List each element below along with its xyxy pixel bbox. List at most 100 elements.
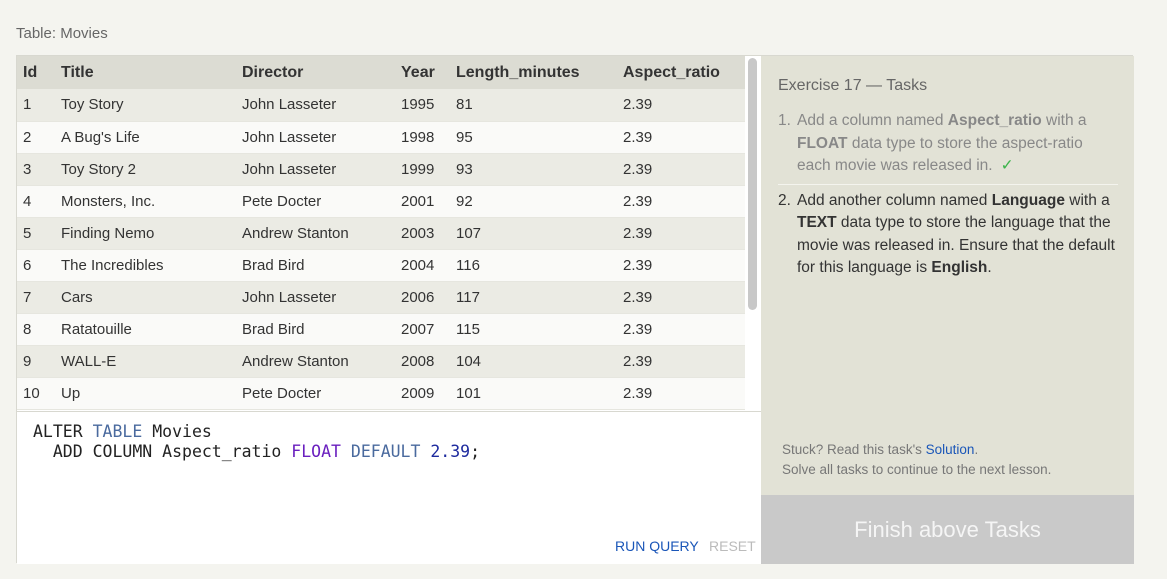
cell-id: 4 bbox=[17, 185, 55, 218]
solution-link[interactable]: Solution bbox=[926, 442, 975, 457]
cell-year: 2006 bbox=[395, 281, 450, 314]
cell-length-minutes: 81 bbox=[450, 89, 617, 122]
task-text-part: Add another column named bbox=[797, 191, 992, 209]
cell-aspect-ratio: 2.39 bbox=[617, 185, 745, 218]
task-text-bold: FLOAT bbox=[797, 134, 848, 152]
cell-title: Cars bbox=[55, 281, 236, 314]
table-row: 4 Monsters, Inc. Pete Docter 2001 92 2.39 bbox=[17, 185, 745, 218]
sql-editor[interactable]: ALTER TABLE Movies ADD COLUMN Aspect_rat… bbox=[17, 411, 761, 564]
cell-year: 2009 bbox=[395, 377, 450, 410]
cell-aspect-ratio: 2.39 bbox=[617, 281, 745, 314]
cell-director: Pete Docter bbox=[236, 377, 395, 410]
cell-length-minutes: 93 bbox=[450, 153, 617, 186]
cell-director: John Lasseter bbox=[236, 121, 395, 154]
continue-note: Solve all tasks to continue to the next … bbox=[782, 462, 1052, 477]
cell-title: A Bug's Life bbox=[55, 121, 236, 154]
cell-title: Finding Nemo bbox=[55, 217, 236, 250]
table-row: 1 Toy Story John Lasseter 1995 81 2.39 bbox=[17, 89, 745, 122]
task-text-part: with a bbox=[1041, 112, 1087, 129]
cell-length-minutes: 116 bbox=[450, 249, 617, 282]
cell-director: John Lasseter bbox=[236, 153, 395, 186]
column-header-length-minutes: Length_minutes bbox=[450, 56, 617, 89]
task-text-bold: TEXT bbox=[797, 214, 837, 231]
cell-year: 2007 bbox=[395, 313, 450, 346]
code-text: ; bbox=[470, 442, 481, 461]
column-header-aspect-ratio: Aspect_ratio bbox=[617, 56, 745, 89]
cell-length-minutes: 115 bbox=[450, 313, 617, 346]
help-note: Stuck? Read this task's Solution. Solve … bbox=[782, 440, 1051, 480]
cell-director: Andrew Stanton bbox=[236, 345, 395, 378]
reset-button[interactable]: RESET bbox=[709, 538, 756, 554]
cell-id: 5 bbox=[17, 217, 55, 250]
column-header-director: Director bbox=[236, 56, 395, 89]
cell-id: 1 bbox=[17, 89, 55, 122]
task-text-part: Add a column named bbox=[797, 112, 948, 129]
check-icon: ✓ bbox=[1000, 157, 1014, 174]
cell-title: Monsters, Inc. bbox=[55, 185, 236, 218]
cell-aspect-ratio: 2.39 bbox=[617, 121, 745, 154]
results-table-container[interactable]: Id Title Director Year Length_minutes As… bbox=[17, 56, 761, 411]
table-header-row: Id Title Director Year Length_minutes As… bbox=[17, 56, 745, 89]
code-text: ALTER bbox=[33, 422, 93, 441]
cell-aspect-ratio: 2.39 bbox=[617, 153, 745, 186]
task-text: Add a column named Aspect_ratio with a F… bbox=[797, 110, 1118, 178]
task-item-1: 1. Add a column named Aspect_ratio with … bbox=[778, 110, 1118, 185]
cell-title: WALL-E bbox=[55, 345, 236, 378]
table-row: 10 Up Pete Docter 2009 101 2.39 bbox=[17, 377, 745, 410]
task-item-2: 2. Add another column named Language wit… bbox=[778, 185, 1118, 280]
table-row: 8 Ratatouille Brad Bird 2007 115 2.39 bbox=[17, 313, 745, 346]
cell-aspect-ratio: 2.39 bbox=[617, 249, 745, 282]
cell-director: Pete Docter bbox=[236, 185, 395, 218]
task-text-bold: Language bbox=[991, 191, 1065, 209]
cell-id: 3 bbox=[17, 153, 55, 186]
cell-id: 8 bbox=[17, 313, 55, 346]
cell-id: 6 bbox=[17, 249, 55, 282]
cell-length-minutes: 101 bbox=[450, 377, 617, 410]
cell-title: Toy Story bbox=[55, 89, 236, 122]
tasks-panel: Exercise 17 — Tasks 1. Add a column name… bbox=[761, 56, 1134, 495]
column-header-title: Title bbox=[55, 56, 236, 89]
cell-title: Up bbox=[55, 377, 236, 410]
code-text: ADD COLUMN Aspect_ratio bbox=[33, 442, 292, 461]
cell-director: John Lasseter bbox=[236, 281, 395, 314]
table-row: 2A Bug's Life John Lasseter 1998 95 2.39 bbox=[17, 121, 745, 154]
task-text: Add another column named Language with a… bbox=[797, 190, 1118, 280]
sql-code[interactable]: ALTER TABLE Movies ADD COLUMN Aspect_rat… bbox=[33, 422, 480, 462]
cell-director: Andrew Stanton bbox=[236, 217, 395, 250]
table-row: 5 Finding Nemo Andrew Stanton 2003 107 2.39 bbox=[17, 217, 745, 250]
finish-tasks-button[interactable]: Finish above Tasks bbox=[761, 495, 1134, 564]
cell-id: 9 bbox=[17, 345, 55, 378]
tasks-title: Exercise 17 — Tasks bbox=[778, 77, 928, 94]
cell-year: 1999 bbox=[395, 153, 450, 186]
run-query-button[interactable]: RUN QUERY bbox=[615, 538, 699, 554]
code-keyword: DEFAULT bbox=[350, 442, 421, 461]
cell-length-minutes: 117 bbox=[450, 281, 617, 314]
cell-length-minutes: 95 bbox=[450, 121, 617, 154]
cell-year: 2001 bbox=[395, 185, 450, 218]
cell-aspect-ratio: 2.39 bbox=[617, 89, 745, 122]
cell-length-minutes: 107 bbox=[450, 217, 617, 250]
cell-aspect-ratio: 2.39 bbox=[617, 345, 745, 378]
results-table: Id Title Director Year Length_minutes As… bbox=[17, 56, 745, 410]
cell-year: 1995 bbox=[395, 89, 450, 122]
task-text-bold: Aspect_ratio bbox=[947, 112, 1042, 129]
table-row: 6 The Incredibles Brad Bird 2004 116 2.39 bbox=[17, 249, 745, 282]
cell-id: 10 bbox=[17, 377, 55, 410]
cell-id: 2 bbox=[17, 121, 55, 154]
cell-title: Toy Story 2 bbox=[55, 153, 236, 186]
cell-aspect-ratio: 2.39 bbox=[617, 217, 745, 250]
task-text-part: . bbox=[987, 259, 992, 276]
cell-director: Brad Bird bbox=[236, 249, 395, 282]
code-keyword: TABLE bbox=[92, 422, 143, 441]
code-type: FLOAT bbox=[291, 442, 341, 461]
column-header-id: Id bbox=[17, 56, 55, 89]
task-text-part: with a bbox=[1064, 191, 1110, 209]
table-caption: Table: Movies bbox=[16, 25, 108, 42]
task-list: 1. Add a column named Aspect_ratio with … bbox=[778, 110, 1118, 280]
cell-aspect-ratio: 2.39 bbox=[617, 313, 745, 346]
exercise-panel: Id Title Director Year Length_minutes As… bbox=[16, 55, 1134, 564]
table-scrollbar[interactable] bbox=[748, 58, 757, 310]
cell-title: The Incredibles bbox=[55, 249, 236, 282]
